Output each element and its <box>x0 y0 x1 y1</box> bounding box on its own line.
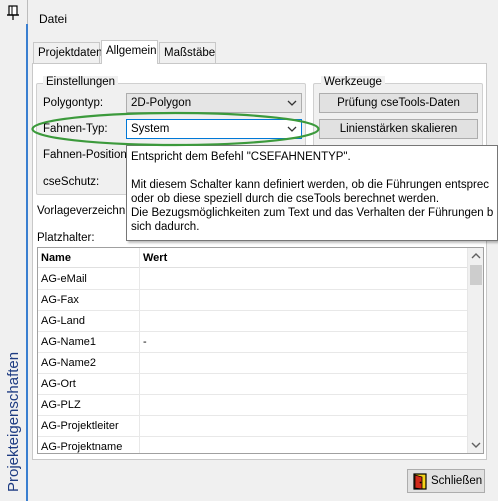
cell-wert[interactable] <box>140 353 468 374</box>
cseschutz-label: cseSchutz: <box>43 176 100 188</box>
tooltip-line-3: oder ob diese speziell durch die cseTool… <box>131 193 440 205</box>
fahnenposition-label: Fahnen-Position: <box>43 149 130 161</box>
table-header: Name Wert <box>38 248 468 269</box>
side-title-bar: Projekteigenschaften <box>0 0 28 501</box>
exit-door-icon <box>413 473 427 490</box>
placeholder-table: Name Wert AG-eMail AG-Fax AG-Land AG-Name1-… <box>37 247 484 454</box>
cell-wert[interactable] <box>140 437 468 453</box>
pin-icon[interactable] <box>3 3 21 21</box>
cell-name[interactable]: AG-Projektname <box>38 437 140 453</box>
cell-name[interactable]: AG-Land <box>38 311 140 332</box>
tools-group-title: Werkzeuge <box>321 76 385 88</box>
cell-wert[interactable] <box>140 416 468 437</box>
tab-massstaebe[interactable]: Maßstäbe <box>159 42 216 63</box>
header-wert[interactable]: Wert <box>140 248 468 269</box>
tooltip-line-4: Die Bezugsmöglichkeiten zum Text und das… <box>131 207 494 219</box>
cell-wert[interactable] <box>140 311 468 332</box>
table-scrollbar[interactable] <box>467 248 483 453</box>
pruefung-button[interactable]: Prüfung cseTools-Daten <box>319 93 478 113</box>
cell-wert[interactable]: - <box>140 332 468 353</box>
polygontyp-select[interactable]: 2D-Polygon <box>126 93 302 113</box>
scroll-thumb[interactable] <box>470 265 482 285</box>
tab-projektdaten[interactable]: Projektdaten <box>33 42 103 63</box>
chevron-down-icon <box>287 100 297 106</box>
scroll-down-icon[interactable] <box>471 440 481 450</box>
fahnentyp-label: Fahnen-Typ: <box>43 123 108 135</box>
cell-name[interactable]: AG-Projektleiter <box>38 416 140 437</box>
tooltip-line-2: Mit diesem Schalter kann definiert werde… <box>131 179 489 191</box>
cell-name[interactable]: AG-Ort <box>38 374 140 395</box>
cell-name[interactable]: AG-Name2 <box>38 353 140 374</box>
cell-wert[interactable] <box>140 374 468 395</box>
menu-bar <box>29 0 498 36</box>
fahnentyp-tooltip: Entspricht dem Befehl "CSEFAHNENTYP". Mi… <box>126 145 498 241</box>
tab-allgemein[interactable]: Allgemein <box>101 40 158 64</box>
side-title: Projekteigenschaften <box>5 351 22 492</box>
fahnentyp-value: System <box>131 123 170 135</box>
polygontyp-value: 2D-Polygon <box>131 97 192 109</box>
chevron-down-icon <box>287 126 297 132</box>
tooltip-line-5: sich dadurch. <box>131 221 200 233</box>
tooltip-line-1: Entspricht dem Befehl "CSEFAHNENTYP". <box>131 151 351 163</box>
menu-datei[interactable]: Datei <box>39 12 67 26</box>
cell-name[interactable]: AG-eMail <box>38 269 140 290</box>
cell-name[interactable]: AG-PLZ <box>38 395 140 416</box>
platzhalter-label: Platzhalter: <box>37 232 95 244</box>
close-label: Schließen <box>431 475 483 487</box>
polygontyp-label: Polygontyp: <box>43 97 104 109</box>
cell-wert[interactable] <box>140 269 468 290</box>
properties-window: Projekteigenschaften Datei Projektdaten … <box>0 0 498 501</box>
fahnentyp-select[interactable]: System <box>126 119 302 139</box>
linienstaerken-button[interactable]: Linienstärken skalieren <box>319 119 478 139</box>
cell-name[interactable]: AG-Name1 <box>38 332 140 353</box>
settings-group-title: Einstellungen <box>43 76 119 88</box>
cell-wert[interactable] <box>140 395 468 416</box>
close-button[interactable]: Schließen <box>407 469 485 493</box>
scroll-up-icon[interactable] <box>471 251 481 261</box>
cell-name[interactable]: AG-Fax <box>38 290 140 311</box>
cell-wert[interactable] <box>140 290 468 311</box>
header-name[interactable]: Name <box>38 248 140 269</box>
side-accent-line <box>26 24 28 501</box>
vorlage-label: Vorlageverzeichnis <box>37 205 134 217</box>
